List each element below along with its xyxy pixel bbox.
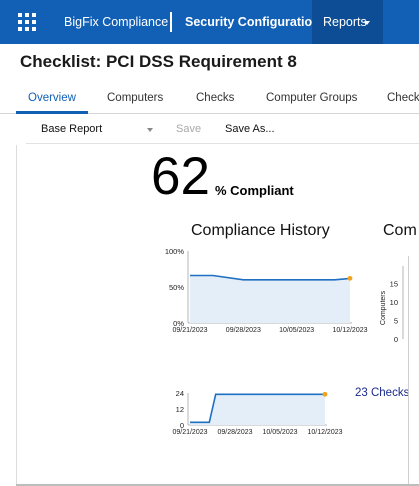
history-area: [190, 275, 350, 323]
computers-y-tick-label: 0: [394, 335, 398, 344]
checks-y-tick-label: 24: [176, 389, 184, 398]
checks-y-tick-label: 12: [176, 405, 184, 414]
history-x-tick-label: 09/28/2023: [226, 327, 261, 334]
computers-y-tick-label: 15: [390, 279, 398, 288]
compliance-history-chart: 100%50%0%09/21/2023 09/28/2023 10/05/2023 1…: [165, 247, 368, 334]
checks-x-tick-label: 10/12/2023: [307, 429, 342, 436]
history-x-tick-label: 10/05/2023: [279, 327, 314, 334]
history-end-point: [347, 275, 353, 281]
history-x-tick-label: 10/12/2023: [332, 327, 367, 334]
computers-y-tick-label: 5: [394, 316, 398, 325]
checks-x-tick-label: 09/28/2023: [217, 429, 252, 436]
history-y-tick-label: 100%: [165, 247, 185, 256]
charts-canvas: 100%50%0%09/21/2023 09/28/2023 10/05/2023 1…: [165, 247, 404, 436]
history-x-tick-label: 09/21/2023: [172, 327, 207, 334]
computers-y-axis-label: Computers: [380, 290, 387, 325]
history-y-tick-label: 50%: [169, 283, 184, 292]
computers-chart-partial: 15 10 5 0 Computers: [380, 266, 404, 344]
checks-end-point: [322, 391, 328, 397]
checks-count-link[interactable]: 23 Checks: [355, 387, 409, 399]
computers-y-tick-label: 10: [390, 298, 398, 307]
checks-x-tick-label: 10/05/2023: [262, 429, 297, 436]
checks-history-chart: 2412009/21/2023 09/28/2023 10/05/2023 10/12…: [172, 389, 342, 436]
right-panel-border: [408, 256, 409, 486]
checks-x-tick-label: 09/21/2023: [172, 429, 207, 436]
